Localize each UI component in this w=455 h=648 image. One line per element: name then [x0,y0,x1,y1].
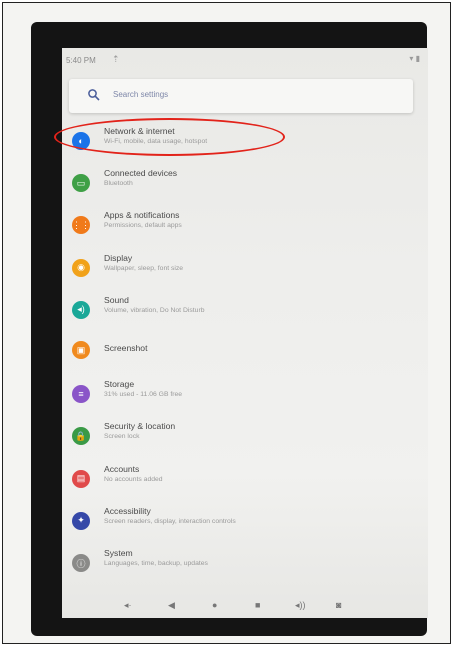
accessibility-icon: ✦ [72,511,90,530]
settings-item-subtitle: Languages, time, backup, updates [104,560,208,567]
settings-item-title: Sound [104,294,129,305]
volume-icon: ◂) [72,300,90,319]
search-bar[interactable]: Search settings [69,79,413,113]
settings-item-system[interactable]: ⓘ System Languages, time, backup, updates [62,540,428,582]
info-icon: ⓘ [72,554,90,572]
settings-item-subtitle: 31% used - 11.06 GB free [104,391,183,399]
recents-icon[interactable]: ■ [255,600,260,610]
settings-item-title: Security & location [104,421,176,432]
settings-item-subtitle: Screen readers, display, interaction con… [104,517,236,525]
home-icon[interactable]: ● [212,600,217,610]
settings-item-display[interactable]: ◉ Display Wallpaper, sleep, font size [62,245,428,287]
settings-item-security-location[interactable]: 🔒 Security & location Screen lock [62,413,428,455]
volume-down-icon[interactable]: ◂· [124,600,132,611]
status-time: 5:40 PM [66,56,96,65]
settings-item-subtitle: Volume, vibration, Do Not Disturb [104,306,205,314]
settings-item-accounts[interactable]: ▤ Accounts No accounts added [62,456,428,498]
settings-item-title: Accounts [104,463,140,474]
settings-item-title: Display [104,252,133,263]
upload-icon: ⇡ [112,54,120,64]
settings-item-accessibility[interactable]: ✦ Accessibility Screen readers, display, i… [62,498,428,540]
settings-item-sound[interactable]: ◂) Sound Volume, vibration, Do Not Disturb [62,287,428,329]
brightness-icon: ◉ [72,258,90,277]
red-highlight-ellipse [54,118,285,156]
settings-item-title: System [104,548,133,558]
search-icon [88,89,100,101]
settings-item-title: Storage [104,379,135,390]
back-icon[interactable]: ◀ [168,600,175,611]
settings-item-subtitle: Screen lock [104,433,140,441]
accounts-icon: ▤ [72,469,90,488]
navigation-bar: ◂· ◀ ● ■ ◂)) ◙ [62,592,428,618]
settings-item-title: Connected devices [104,168,178,179]
lock-icon: 🔒 [72,427,90,446]
settings-item-subtitle: Wallpaper, sleep, font size [104,264,184,272]
volume-up-icon[interactable]: ◂)) [295,600,306,611]
settings-item-subtitle: No accounts added [104,475,163,483]
settings-item-connected-devices[interactable]: ▭ Connected devices Bluetooth [62,160,428,202]
settings-item-title: Screenshot [104,343,148,353]
settings-item-title: Accessibility [104,505,151,516]
settings-item-storage[interactable]: ≡ Storage 31% used - 11.06 GB free [62,371,428,413]
settings-item-title: Apps & notifications [104,210,180,221]
storage-icon: ≡ [72,385,90,404]
apps-icon: ⋮⋮ [72,216,90,235]
settings-item-apps-notifications[interactable]: ⋮⋮ Apps & notifications Permissions, defau… [62,202,428,244]
camera-icon: ▣ [72,341,90,359]
search-input[interactable]: Search settings [113,90,168,99]
screenshot-icon[interactable]: ◙ [336,600,341,610]
status-bar: 5:40 PM ⇡ ▾ ▮ [62,48,428,70]
devices-icon: ▭ [72,174,90,193]
settings-item-subtitle: Permissions, default apps [104,222,182,230]
settings-item-subtitle: Bluetooth [104,180,133,188]
settings-item-screenshot[interactable]: ▣ Screenshot [62,329,428,371]
status-icons: ▾ ▮ [409,54,420,63]
